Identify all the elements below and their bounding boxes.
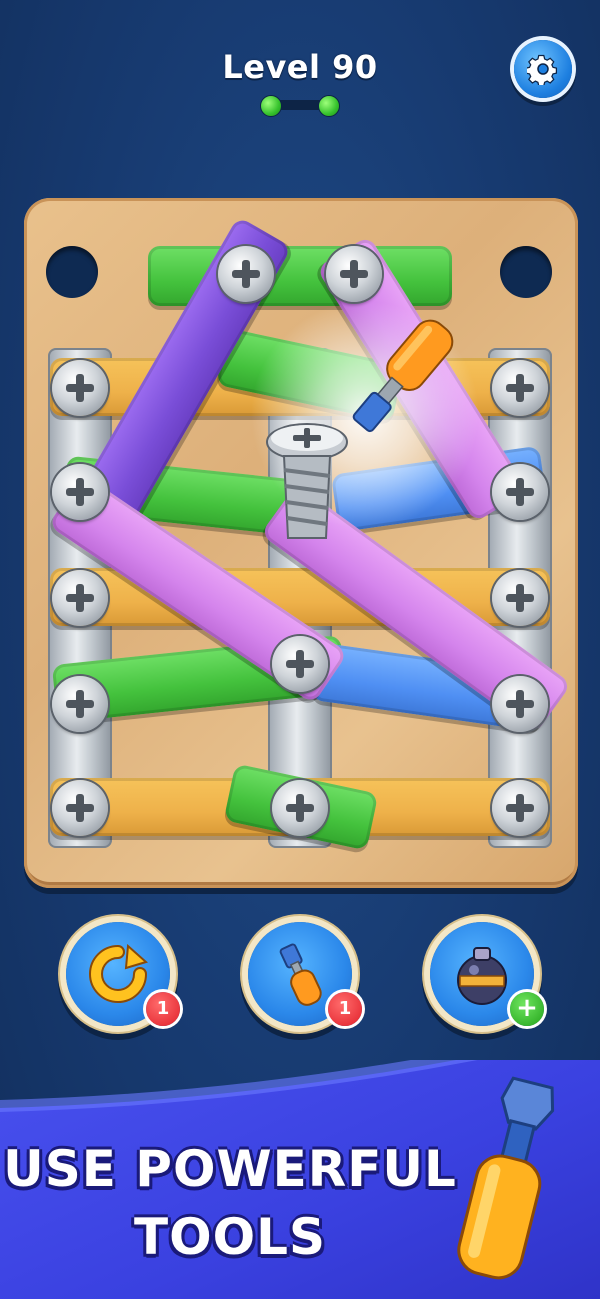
screw[interactable] <box>492 780 548 836</box>
screwdriver-icon <box>457 1076 555 1280</box>
undo-count-badge: 1 <box>146 992 180 1026</box>
promo-line1: USE POWERFUL <box>3 1140 457 1198</box>
bomb-tool-button[interactable]: + <box>430 922 544 1026</box>
bomb-icon <box>457 947 507 1005</box>
screw[interactable] <box>272 780 328 836</box>
screw[interactable] <box>52 676 108 732</box>
screwdriver-tool-button[interactable]: 1 <box>248 922 362 1026</box>
screwdriver-icon <box>279 943 322 1006</box>
screw[interactable] <box>326 246 382 302</box>
screwdriver-count-badge: 1 <box>328 992 362 1026</box>
screw[interactable] <box>52 360 108 416</box>
gear-icon <box>527 54 558 85</box>
screw[interactable] <box>492 360 548 416</box>
board-hole-right <box>500 246 552 298</box>
screw[interactable] <box>218 246 274 302</box>
level-progress <box>260 93 340 117</box>
screw[interactable] <box>52 464 108 520</box>
header: Level 90 <box>0 0 600 140</box>
rotate-arrow-icon <box>89 944 148 1003</box>
promo-line2: TOOLS <box>134 1208 326 1266</box>
screw[interactable] <box>52 570 108 626</box>
level-title: Level 90 <box>222 48 378 86</box>
undo-button[interactable]: 1 <box>66 922 180 1026</box>
settings-button[interactable] <box>514 40 572 98</box>
progress-dot-end <box>318 95 340 117</box>
screw[interactable] <box>492 570 548 626</box>
board-hole-left <box>46 246 98 298</box>
screw[interactable] <box>492 676 548 732</box>
screw[interactable] <box>492 464 548 520</box>
screw[interactable] <box>52 780 108 836</box>
pulled-screw-icon <box>266 423 348 539</box>
screw[interactable] <box>272 636 328 692</box>
bomb-add-badge[interactable]: + <box>510 992 544 1026</box>
progress-dot-start <box>260 95 282 117</box>
